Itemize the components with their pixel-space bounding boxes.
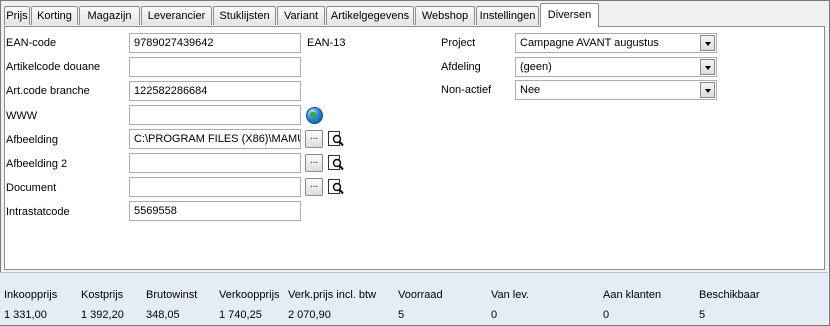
summary-value-verkoopprijs-incl-btw: 2 070,90 xyxy=(288,309,331,321)
afdeling-label: Afdeling xyxy=(441,61,481,73)
project-select[interactable]: Campagne AVANT augustus xyxy=(515,33,717,53)
afdeling-select[interactable]: (geen) xyxy=(515,57,717,77)
afbeelding2-input[interactable] xyxy=(129,153,301,173)
summary-header-kostprijs: Kostprijs xyxy=(81,289,124,301)
tab-webshop[interactable]: Webshop xyxy=(415,6,475,25)
afbeelding2-label: Afbeelding 2 xyxy=(6,158,68,170)
summary-value-kostprijs: 1 392,20 xyxy=(81,309,124,321)
document-browse-button[interactable]: ... xyxy=(305,178,323,196)
summary-value-inkoopprijs: 1 331,00 xyxy=(4,309,47,321)
intrastat-input[interactable]: 5569558 xyxy=(129,201,301,221)
project-label: Project xyxy=(441,37,476,49)
diversen-panel: EAN-code 9789027439642 EAN-13 Artikelcod… xyxy=(4,26,825,270)
tab-instellingen[interactable]: Instellingen xyxy=(476,6,539,25)
chevron-down-icon[interactable] xyxy=(700,59,715,75)
nonactief-select-value: Nee xyxy=(520,84,541,96)
chevron-down-icon[interactable] xyxy=(700,82,715,98)
summary-header-brutowinst: Brutowinst xyxy=(146,289,198,301)
tab-magazijn[interactable]: Magazijn xyxy=(79,6,140,25)
ean-label: EAN-code xyxy=(6,37,57,49)
document-view-icon[interactable] xyxy=(327,178,345,196)
afbeelding-browse-button[interactable]: ... xyxy=(305,130,323,148)
summary-header-inkoopprijs: Inkoopprijs xyxy=(4,289,58,301)
summary-header-van-lev: Van lev. xyxy=(491,289,530,301)
summary-header-voorraad: Voorraad xyxy=(398,289,443,301)
summary-value-aan-klanten: 0 xyxy=(603,309,610,321)
tab-stuklijsten[interactable]: Stuklijsten xyxy=(213,6,276,25)
douane-input[interactable] xyxy=(129,57,301,77)
summary-value-brutowinst: 348,05 xyxy=(146,309,180,321)
tab-diversen[interactable]: Diversen xyxy=(540,3,599,27)
douane-label: Artikelcode douane xyxy=(6,61,101,73)
price-summary-bar: Inkoopprijs Kostprijs Brutowinst Verkoop… xyxy=(0,272,828,325)
summary-header-aan-klanten: Aan klanten xyxy=(603,289,662,301)
globe-icon[interactable] xyxy=(306,107,323,124)
nonactief-select[interactable]: Nee xyxy=(515,80,717,100)
project-select-value: Campagne AVANT augustus xyxy=(520,37,659,49)
afbeelding2-browse-button[interactable]: ... xyxy=(305,154,323,172)
tab-prijs[interactable]: Prijs xyxy=(4,6,30,25)
afdeling-select-value: (geen) xyxy=(520,61,552,73)
tab-leverancier[interactable]: Leverancier xyxy=(141,6,212,25)
tab-artikelgegevens[interactable]: Artikelgegevens xyxy=(326,6,414,25)
tab-variant[interactable]: Variant xyxy=(277,6,325,25)
afbeelding2-view-icon[interactable] xyxy=(327,154,345,172)
branche-input[interactable]: 122582286684 xyxy=(129,81,301,101)
summary-value-voorraad: 5 xyxy=(398,309,405,321)
intrastat-label: Intrastatcode xyxy=(6,206,70,218)
nonactief-label: Non-actief xyxy=(441,84,492,96)
www-input[interactable] xyxy=(129,105,301,125)
summary-header-verkoopprijs-incl-btw: Verk.prijs incl. btw xyxy=(288,289,377,301)
summary-value-van-lev: 0 xyxy=(491,309,498,321)
ean-type-label: EAN-13 xyxy=(307,37,346,49)
afbeelding-view-icon[interactable] xyxy=(327,130,345,148)
chevron-down-icon[interactable] xyxy=(700,35,715,51)
summary-value-verkoopprijs: 1 740,25 xyxy=(219,309,262,321)
tab-korting[interactable]: Korting xyxy=(31,6,78,25)
summary-value-beschikbaar: 5 xyxy=(699,309,706,321)
summary-header-verkoopprijs: Verkoopprijs xyxy=(219,289,280,301)
document-input[interactable] xyxy=(129,177,301,197)
www-label: WWW xyxy=(6,110,38,122)
document-label: Document xyxy=(6,182,57,194)
summary-header-beschikbaar: Beschikbaar xyxy=(699,289,760,301)
afbeelding-label: Afbeelding xyxy=(6,134,58,146)
afbeelding-input[interactable]: C:\PROGRAM FILES (X86)\MAMU xyxy=(129,129,301,149)
ean-input[interactable]: 9789027439642 xyxy=(129,33,301,53)
branche-label: Art.code branche xyxy=(6,85,90,97)
